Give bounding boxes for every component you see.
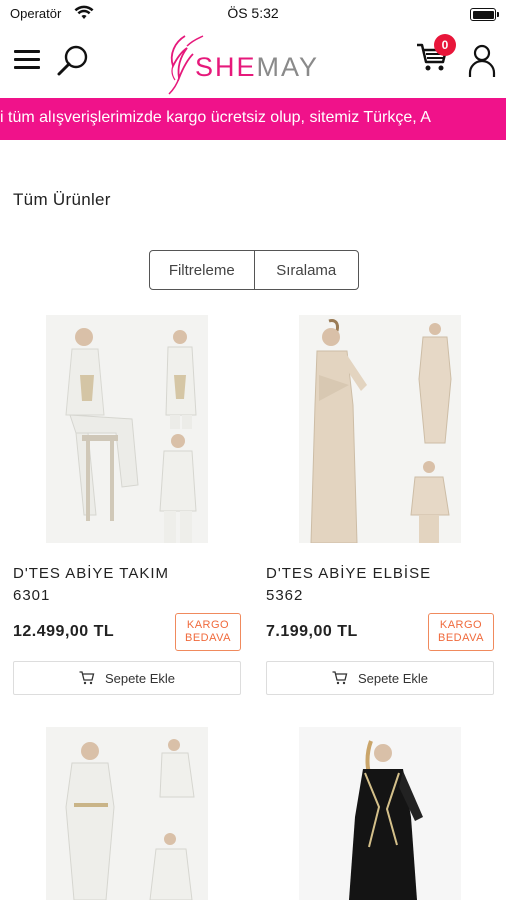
user-icon[interactable] (468, 44, 496, 83)
free-shipping-badge: KARGO BEDAVA (428, 613, 494, 651)
product-image[interactable] (46, 315, 208, 543)
product-card (266, 727, 494, 900)
product-card: D'TES ABİYE TAKIM 6301 12.499,00 TL KARG… (13, 315, 241, 697)
battery-icon (470, 8, 499, 21)
product-card: D'TES ABİYE ELBİSE 5362 7.199,00 TL KARG… (266, 315, 494, 697)
page-title: Tüm Ürünler (13, 190, 111, 209)
filter-button[interactable]: Filtreleme (150, 251, 255, 289)
product-image[interactable] (299, 315, 461, 543)
product-price: 12.499,00 TL (13, 623, 115, 640)
search-icon[interactable] (56, 44, 90, 83)
free-shipping-badge: KARGO BEDAVA (175, 613, 241, 651)
product-card (13, 727, 241, 900)
logo-text: SHEMAY (195, 52, 320, 82)
brand-logo[interactable]: SHEMAY (165, 32, 345, 96)
announcement-marquee: i tüm alışverişlerimizde kargo ücretsiz … (0, 98, 506, 140)
product-image[interactable] (299, 727, 461, 900)
cart-icon (79, 671, 95, 685)
product-name[interactable]: D'TES ABİYE TAKIM 6301 (13, 563, 241, 607)
cart-count-badge: 0 (434, 34, 456, 56)
add-to-cart-button[interactable]: Sepete Ekle (13, 661, 241, 695)
sort-button[interactable]: Sıralama (255, 251, 359, 289)
cart-icon (332, 671, 348, 685)
status-bar: Operatör ÖS 5:32 (0, 0, 506, 28)
filter-sort-group: Filtreleme Sıralama (149, 250, 359, 290)
app-header: SHEMAY 0 (0, 28, 506, 98)
product-price: 7.199,00 TL (266, 623, 358, 640)
add-to-cart-button[interactable]: Sepete Ekle (266, 661, 494, 695)
clock: ÖS 5:32 (227, 5, 279, 21)
menu-icon[interactable] (14, 48, 40, 72)
announcement-text: i tüm alışverişlerimizde kargo ücretsiz … (0, 109, 431, 126)
product-image[interactable] (46, 727, 208, 900)
product-name[interactable]: D'TES ABİYE ELBİSE 5362 (266, 563, 494, 607)
